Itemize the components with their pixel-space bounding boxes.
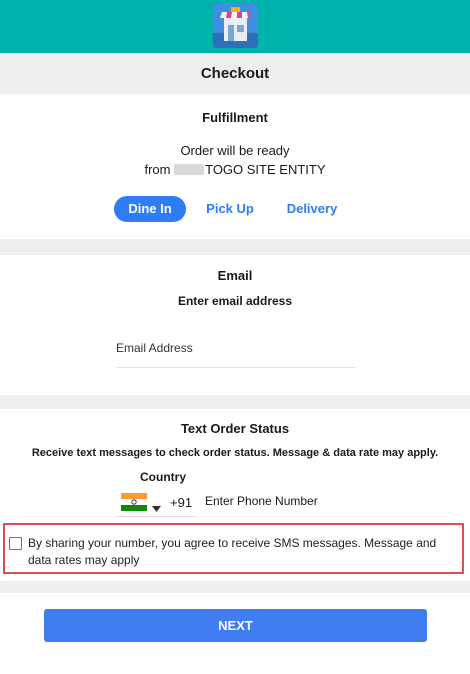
country-underline <box>116 516 196 517</box>
country-label: Country <box>140 470 186 484</box>
pick-up-button[interactable]: Pick Up <box>197 196 263 222</box>
sms-consent-checkbox[interactable] <box>9 537 22 550</box>
email-underline <box>116 367 356 368</box>
fulfillment-heading: Fulfillment <box>202 110 268 125</box>
page-title: Checkout <box>0 53 470 94</box>
sms-consent-text: By sharing your number, you agree to rec… <box>28 536 437 567</box>
india-flag-icon[interactable] <box>121 493 147 511</box>
phone-input[interactable]: Enter Phone Number <box>205 494 318 508</box>
ready-line: Order will be ready <box>180 143 290 158</box>
email-heading: Email <box>217 268 253 283</box>
dine-in-button[interactable]: Dine In <box>114 196 186 222</box>
delivery-button[interactable]: Delivery <box>277 196 347 222</box>
text-status-description: Receive text messages to check order sta… <box>31 447 439 459</box>
section-divider <box>0 239 470 255</box>
store-logo-icon <box>213 3 258 48</box>
section-divider <box>0 395 470 409</box>
site-name: TOGO SITE ENTITY <box>205 162 326 177</box>
next-button[interactable]: NEXT <box>44 609 427 642</box>
email-field[interactable]: Email Address <box>116 341 193 355</box>
from-prefix: from <box>144 162 171 177</box>
country-code: +91 <box>170 495 193 510</box>
fulfillment-section: Fulfillment Order will be ready from TOG… <box>0 94 470 239</box>
email-subheading: Enter email address <box>177 294 293 308</box>
top-bar <box>0 0 470 53</box>
ready-from-line: from TOGO SITE ENTITY <box>0 162 470 177</box>
email-section: Email Enter email address Email Address <box>0 255 470 395</box>
chevron-down-icon[interactable] <box>152 499 161 517</box>
text-status-heading: Text Order Status <box>180 421 290 436</box>
section-divider <box>0 581 470 593</box>
redacted-text <box>174 164 205 175</box>
